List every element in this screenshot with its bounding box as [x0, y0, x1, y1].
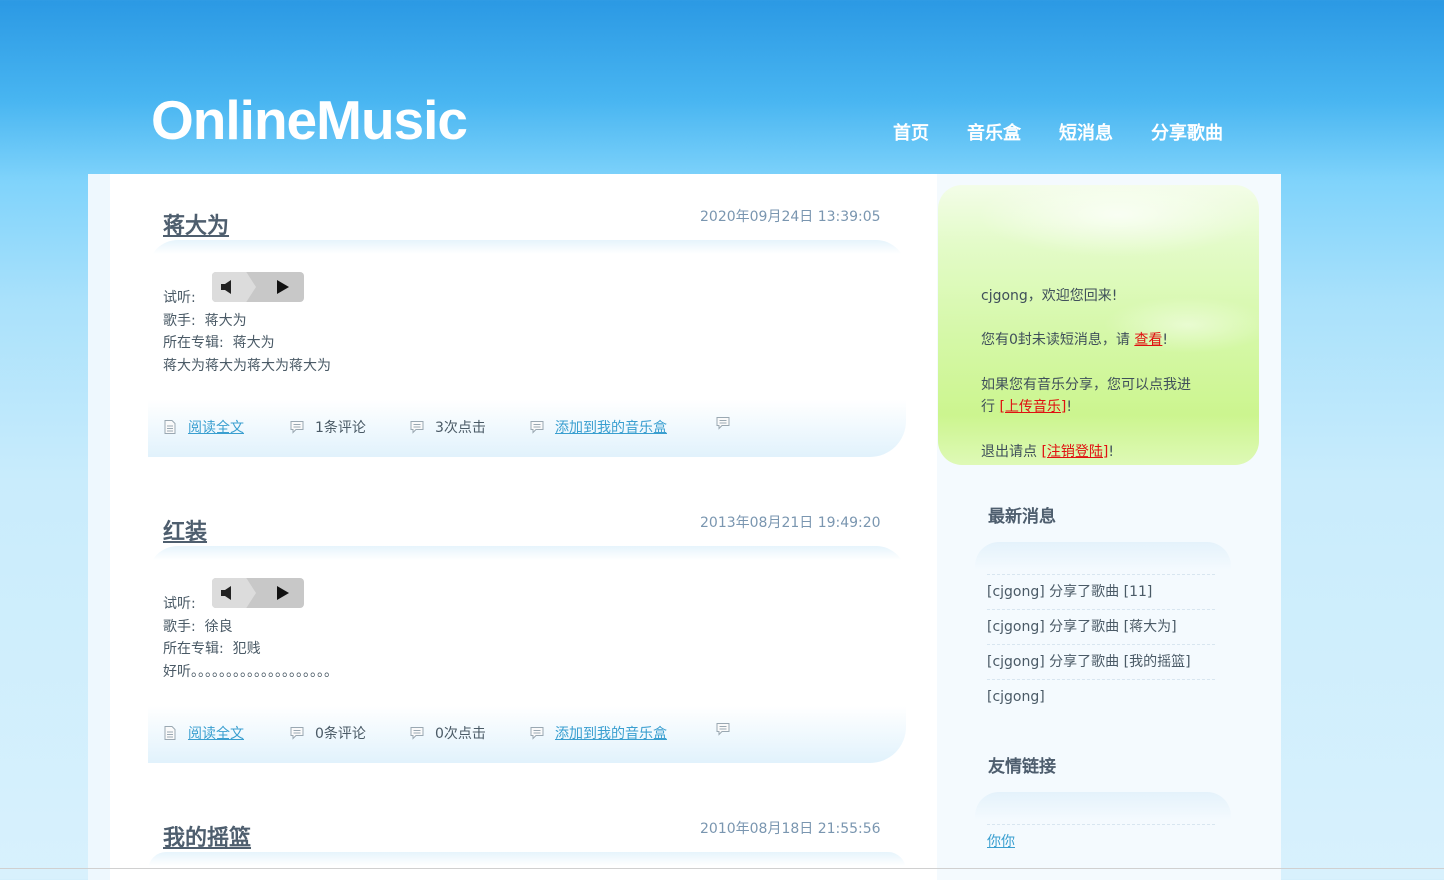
comment-icon — [290, 727, 304, 740]
post-footer: 阅读全文 0条评论 0次点击 添加到我的音乐盒 — [163, 723, 903, 743]
add-to-music-box-link[interactable]: 添加到我的音乐盒 — [555, 417, 667, 437]
friend-link[interactable]: 你你 — [987, 834, 1015, 850]
friend-link-item: 你你 — [987, 824, 1215, 859]
document-icon — [164, 420, 176, 434]
nav-share-song[interactable]: 分享歌曲 — [1151, 119, 1223, 145]
document-icon — [164, 726, 176, 740]
news-item[interactable]: [cjgong] 分享了歌曲 [蒋大为] — [987, 609, 1215, 644]
song-info: 试听: 歌手: 蒋大为 所在专辑: 蒋大为 蒋大为蒋大为蒋大为蒋大为 — [163, 287, 331, 377]
read-more-link[interactable]: 阅读全文 — [188, 723, 244, 743]
post-title[interactable]: 红装 — [163, 514, 207, 546]
album-value: 蒋大为 — [232, 335, 275, 351]
logout-suffix: ! — [1108, 444, 1115, 460]
song-description: 蒋大为蒋大为蒋大为蒋大为 — [163, 357, 331, 374]
friend-links-title: 友情链接 — [988, 757, 1056, 777]
post-footer: 阅读全文 1条评论 3次点击 添加到我的音乐盒 — [163, 417, 903, 437]
comment-count-text: 1条评论 — [315, 420, 366, 436]
post-date: 2020年09月24日 13:39:05 — [700, 209, 881, 225]
post-title[interactable]: 蒋大为 — [163, 208, 229, 240]
click-count-text: 0次点击 — [435, 726, 486, 742]
listen-label: 试听: — [163, 290, 196, 306]
unread-message-line: 您有0封未读短消息，请 查看! — [981, 329, 1168, 351]
upload-suffix: ! — [1066, 399, 1073, 415]
news-item[interactable]: [cjgong] 分享了歌曲 [我的摇篮] — [987, 644, 1215, 679]
nav-music-box[interactable]: 音乐盒 — [967, 119, 1021, 145]
section-divider — [975, 792, 1231, 820]
post-list: 蒋大为 2020年09月24日 13:39:05 试听: 歌手: 蒋大为 所在专… — [110, 174, 937, 880]
nav-messages[interactable]: 短消息 — [1059, 119, 1113, 145]
post-body: 试听: 歌手: 徐良 所在专辑: 犯贱 好听。。。。。。。。。。。。。。。。。。… — [148, 546, 906, 763]
post-title[interactable]: 我的摇篮 — [163, 820, 251, 852]
post-date: 2010年08月18日 21:55:56 — [700, 821, 881, 837]
song-description: 好听。。。。。。。。。。。。。。。。。。。。 — [163, 663, 338, 680]
view-messages-link[interactable]: 查看 — [1134, 332, 1162, 348]
unread-message-suffix: ! — [1162, 332, 1168, 348]
album-label: 所在专辑: — [163, 641, 224, 657]
click-count-text: 3次点击 — [435, 420, 486, 436]
comment-icon — [410, 727, 424, 740]
comment-icon — [716, 723, 730, 736]
logout-line: 退出请点 [注销登陆]! — [981, 441, 1114, 463]
album-label: 所在专辑: — [163, 335, 224, 351]
upload-line: 行 [上传音乐]! — [981, 396, 1072, 418]
comment-icon — [530, 421, 544, 434]
comment-icon — [530, 727, 544, 740]
section-divider — [975, 542, 1231, 570]
window-bottom-border — [0, 868, 1444, 869]
logout-link[interactable]: [注销登陆] — [1041, 444, 1108, 460]
nav-home[interactable]: 首页 — [893, 119, 929, 145]
friend-links-list: 你你 — [987, 824, 1215, 859]
listen-label: 试听: — [163, 596, 196, 612]
news-item[interactable]: [cjgong] 分享了歌曲 [11] — [987, 574, 1215, 609]
post-body — [148, 852, 906, 880]
read-more-link[interactable]: 阅读全文 — [188, 417, 244, 437]
singer-value: 徐良 — [204, 618, 233, 635]
comment-icon — [410, 421, 424, 434]
latest-news-title: 最新消息 — [988, 507, 1056, 527]
site-logo[interactable]: OnlineMusic — [151, 88, 468, 152]
singer-value: 蒋大为 — [204, 312, 247, 329]
logout-prefix: 退出请点 — [981, 444, 1042, 460]
comment-icon — [716, 417, 730, 430]
unread-message-text: 您有0封未读短消息，请 — [981, 332, 1135, 348]
content-container: 蒋大为 2020年09月24日 13:39:05 试听: 歌手: 蒋大为 所在专… — [88, 174, 1281, 880]
song-info: 试听: 歌手: 徐良 所在专辑: 犯贱 好听。。。。。。。。。。。。。。。。。。… — [163, 593, 338, 683]
upload-music-link[interactable]: [上传音乐] — [999, 399, 1066, 415]
post-body: 试听: 歌手: 蒋大为 所在专辑: 蒋大为 蒋大为蒋大为蒋大为蒋大为 阅读全文 … — [148, 240, 906, 457]
sidebar: cjgong，欢迎您回来! 您有0封未读短消息，请 查看! 如果您有音乐分享，您… — [937, 174, 1281, 880]
add-to-music-box-link[interactable]: 添加到我的音乐盒 — [555, 723, 667, 743]
upload-prefix: 行 — [981, 399, 1000, 415]
album-value: 犯贱 — [232, 641, 261, 657]
post-date: 2013年08月21日 19:49:20 — [700, 515, 881, 531]
main-nav: 首页 音乐盒 短消息 分享歌曲 — [893, 119, 1261, 145]
singer-label: 歌手: — [163, 312, 196, 329]
welcome-greeting: cjgong，欢迎您回来! — [981, 288, 1118, 304]
news-item[interactable]: [cjgong] — [987, 679, 1215, 714]
singer-label: 歌手: — [163, 618, 196, 635]
share-hint-line: 如果您有音乐分享，您可以点我进 — [981, 377, 1191, 393]
latest-news-list: [cjgong] 分享了歌曲 [11] [cjgong] 分享了歌曲 [蒋大为]… — [987, 574, 1215, 714]
comment-count-text: 0条评论 — [315, 726, 366, 742]
welcome-panel: cjgong，欢迎您回来! 您有0封未读短消息，请 查看! 如果您有音乐分享，您… — [938, 185, 1259, 465]
comment-icon — [290, 421, 304, 434]
